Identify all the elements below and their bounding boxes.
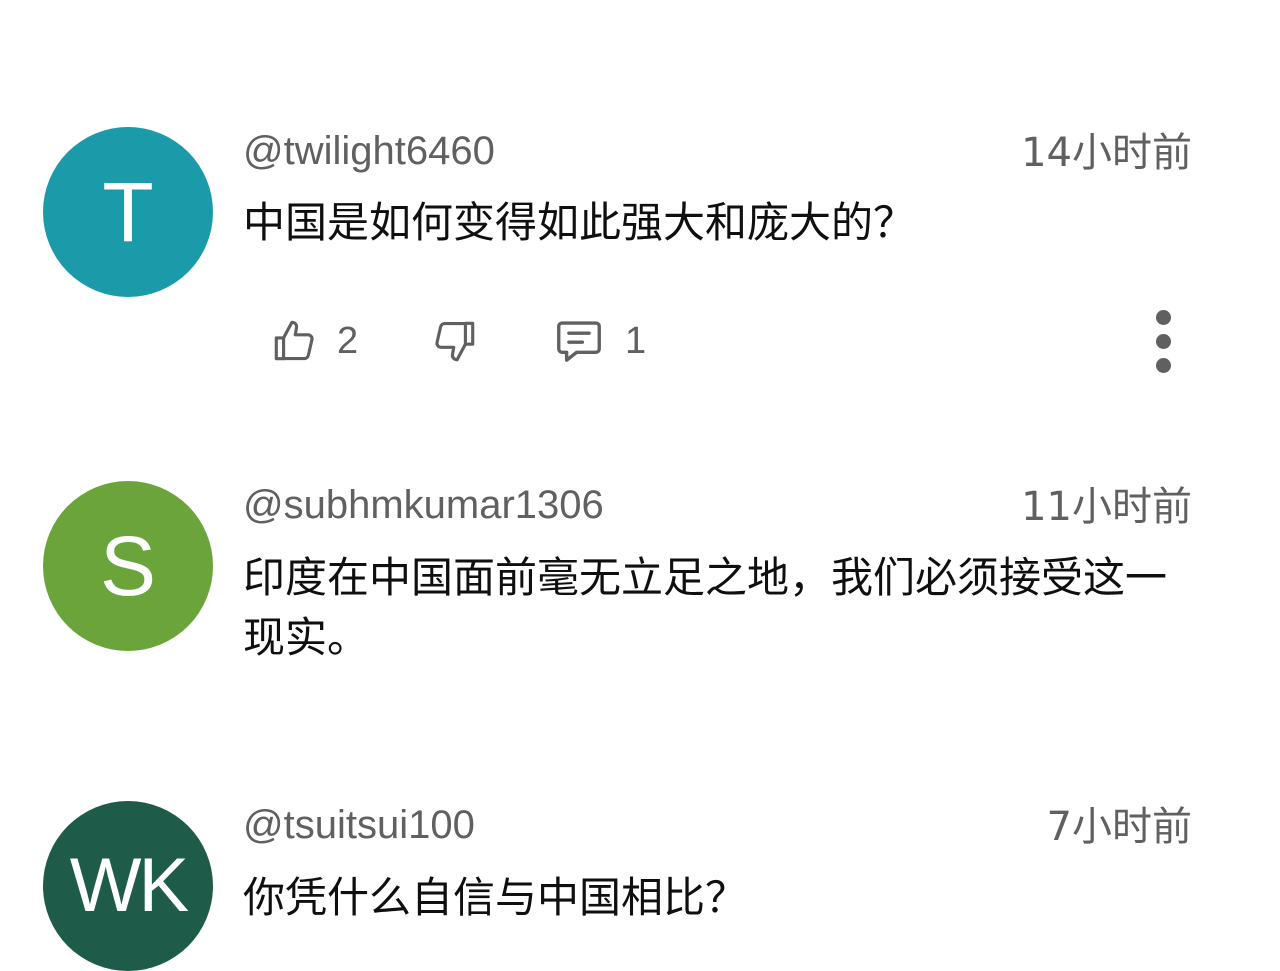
comment-item: T @twilight6460 14小时前 中国是如何变得如此强大和庞大的？ 2… xyxy=(0,0,1280,440)
more-options-button[interactable] xyxy=(1143,306,1183,376)
avatar[interactable]: S xyxy=(43,481,213,651)
comment-text: 中国是如何变得如此强大和庞大的？ xyxy=(243,198,916,247)
comment-icon xyxy=(557,321,601,362)
comment-item: S @subhmkumar1306 11小时前 印度在中国面前毫无立足之地，我们… xyxy=(0,440,1280,780)
reply-count: 1 xyxy=(625,319,647,362)
comment-actions: 2 1 xyxy=(243,306,1183,376)
like-button[interactable]: 2 xyxy=(269,306,358,376)
comment-timestamp[interactable]: 7小时前 xyxy=(1047,804,1192,850)
more-vertical-icon xyxy=(1155,309,1171,373)
thumb-down-icon xyxy=(435,321,475,362)
comment-author[interactable]: @subhmkumar1306 xyxy=(243,482,604,528)
comment-text: 你凭什么自信与中国相比？ xyxy=(243,873,748,922)
thumb-up-icon xyxy=(274,320,314,361)
comment-item: WK @tsuitsui100 7小时前 你凭什么自信与中国相比？ xyxy=(0,780,1280,971)
like-count: 2 xyxy=(337,319,359,362)
comment-timestamp[interactable]: 11小时前 xyxy=(1021,484,1192,530)
avatar[interactable]: T xyxy=(43,127,213,297)
avatar[interactable]: WK xyxy=(43,801,213,971)
comment-timestamp[interactable]: 14小时前 xyxy=(1021,130,1192,176)
reply-button[interactable]: 1 xyxy=(551,306,646,376)
comment-author[interactable]: @twilight6460 xyxy=(243,128,495,174)
comment-author[interactable]: @tsuitsui100 xyxy=(243,802,475,848)
dislike-button[interactable] xyxy=(430,306,480,376)
comment-text: 印度在中国面前毫无立足之地，我们必须接受这一现实。 xyxy=(243,553,1168,662)
